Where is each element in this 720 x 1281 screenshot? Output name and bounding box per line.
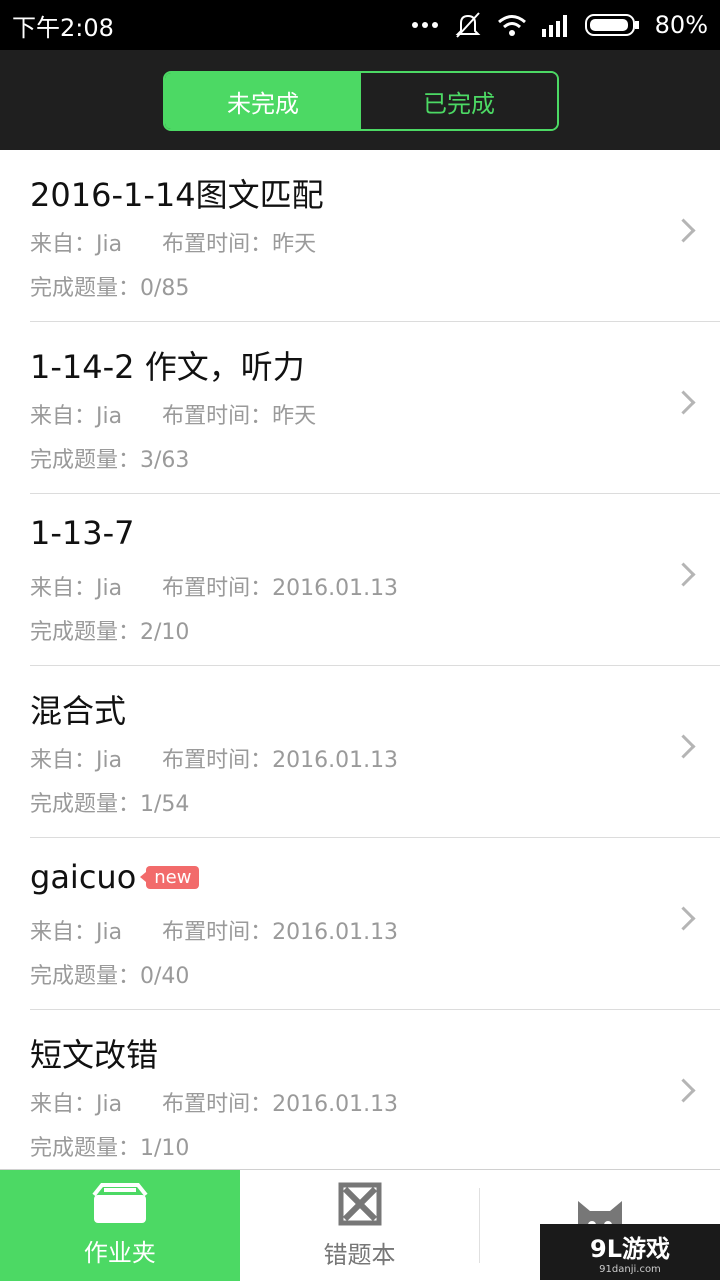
list-item[interactable]: gaicuo new 来自：Jia 布置时间：2016.01.13 完成题量：0/4…: [30, 838, 720, 1010]
item-title: 1-14-2 作文，听力: [30, 348, 305, 386]
watermark-main: 9L游戏: [590, 1235, 670, 1263]
item-title: 混合式: [30, 692, 127, 730]
list-item[interactable]: 混合式 来自：Jia 布置时间：2016.01.13 完成题量：1/54: [30, 666, 720, 838]
tab-homework-folder[interactable]: 作业夹: [0, 1170, 240, 1281]
watermark-sub: 91danji.com: [599, 1264, 661, 1275]
item-assigned: 布置时间：2016.01.13: [162, 1092, 399, 1117]
item-progress: 完成题量：1/10: [30, 1136, 190, 1161]
status-segmented-control: 未完成 已完成: [163, 71, 559, 131]
status-icons: 80%: [411, 11, 708, 39]
item-from: 来自：Jia: [30, 748, 123, 773]
status-time: 下午2:08: [12, 13, 114, 42]
more-dots-icon: [411, 21, 439, 29]
item-meta: 来自：Jia 布置时间：2016.01.13: [30, 742, 398, 774]
wifi-icon: [497, 13, 527, 37]
item-meta: 来自：Jia 布置时间：2016.01.13: [30, 914, 398, 946]
tab-incomplete[interactable]: 未完成: [165, 73, 361, 129]
item-assigned: 布置时间：昨天: [162, 404, 317, 429]
chevron-right-icon: [671, 734, 696, 759]
list-item[interactable]: 1-14-2 作文，听力 来自：Jia 布置时间：昨天 完成题量：3/63: [30, 322, 720, 494]
item-title: 1-13-7: [30, 514, 135, 552]
item-meta: 来自：Jia 布置时间：2016.01.13: [30, 570, 398, 602]
tab-label: 错题本: [323, 1241, 396, 1269]
chevron-right-icon: [671, 218, 696, 243]
tab-completed[interactable]: 已完成: [361, 73, 557, 129]
item-meta: 来自：Jia 布置时间：2016.01.13: [30, 1086, 398, 1118]
item-from: 来自：Jia: [30, 920, 123, 945]
item-from: 来自：Jia: [30, 232, 123, 257]
item-assigned: 布置时间：2016.01.13: [162, 576, 399, 601]
status-bar: 下午2:08 80%: [0, 0, 720, 50]
item-assigned: 布置时间：2016.01.13: [162, 748, 399, 773]
list-item[interactable]: 短文改错 来自：Jia 布置时间：2016.01.13 完成题量：1/10: [30, 1010, 720, 1169]
item-from: 来自：Jia: [30, 404, 123, 429]
watermark-logo: 9L游戏 91danji.com: [540, 1224, 720, 1280]
item-title: 短文改错: [30, 1036, 159, 1074]
item-title: 2016-1-14图文匹配: [30, 176, 324, 214]
item-meta: 来自：Jia 布置时间：昨天: [30, 226, 316, 258]
chevron-right-icon: [671, 1078, 696, 1103]
tab-label: 作业夹: [83, 1239, 156, 1267]
list-item[interactable]: 2016-1-14图文匹配 来自：Jia 布置时间：昨天 完成题量：0/85: [30, 150, 720, 322]
item-assigned: 布置时间：2016.01.13: [162, 920, 399, 945]
item-progress: 完成题量：1/54: [30, 792, 190, 817]
item-meta: 来自：Jia 布置时间：昨天: [30, 398, 316, 430]
wrong-book-icon: [337, 1181, 383, 1231]
tab-wrong-book[interactable]: 错题本: [240, 1170, 480, 1281]
item-title: gaicuo new: [30, 858, 200, 896]
battery-percent: 80%: [654, 11, 708, 39]
item-progress: 完成题量：3/63: [30, 448, 190, 473]
item-from: 来自：Jia: [30, 576, 123, 601]
item-from: 来自：Jia: [30, 1092, 123, 1117]
top-bar: 未完成 已完成: [0, 50, 720, 150]
item-progress: 完成题量：2/10: [30, 620, 190, 645]
chevron-right-icon: [671, 906, 696, 931]
list-item[interactable]: 1-13-7 来自：Jia 布置时间：2016.01.13 完成题量：2/10: [30, 494, 720, 666]
item-progress: 完成题量：0/40: [30, 964, 190, 989]
battery-icon: [584, 13, 641, 37]
folder-icon: [90, 1183, 150, 1229]
new-badge: new: [140, 865, 200, 889]
chevron-right-icon: [671, 562, 696, 587]
item-assigned: 布置时间：昨天: [162, 232, 317, 257]
homework-list: 2016-1-14图文匹配 来自：Jia 布置时间：昨天 完成题量：0/85 1-…: [0, 150, 720, 1169]
chevron-right-icon: [671, 390, 696, 415]
item-progress: 完成题量：0/85: [30, 276, 190, 301]
mute-icon: [453, 11, 483, 39]
signal-icon: [541, 13, 571, 37]
